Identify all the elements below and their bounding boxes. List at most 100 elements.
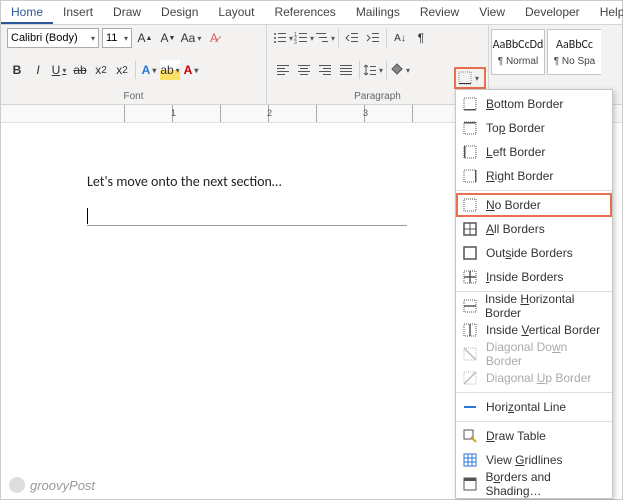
menu-label: Inside Borders xyxy=(486,270,563,284)
chevron-down-icon: ▾ xyxy=(91,34,95,43)
highlight-button[interactable]: ab▾ xyxy=(160,60,180,80)
font-size-value: 11 xyxy=(106,32,117,44)
ruler-mark: 2 xyxy=(267,108,272,118)
shading-button[interactable]: ▾ xyxy=(390,60,410,80)
tab-layout[interactable]: Layout xyxy=(208,1,264,24)
tab-review[interactable]: Review xyxy=(410,1,469,24)
border-menu-inside[interactable]: Inside Borders xyxy=(456,265,612,289)
font-name-select[interactable]: Calibri (Body)▾ xyxy=(7,28,99,48)
border-menu-none[interactable]: No Border xyxy=(456,193,612,217)
border-menu-draw[interactable]: Draw Table xyxy=(456,424,612,448)
ruler-mark: 1 xyxy=(171,108,176,118)
border-menu-diagu: Diagonal Up Border xyxy=(456,366,612,390)
ribbon-tabs: Home Insert Draw Design Layout Reference… xyxy=(1,1,622,25)
menu-label: View Gridlines xyxy=(486,453,563,467)
underline-button[interactable]: U▾ xyxy=(49,60,69,80)
show-marks-button[interactable]: ¶ xyxy=(411,28,431,48)
line-spacing-button[interactable]: ▾ xyxy=(363,60,383,80)
bullets-button[interactable]: ▾ xyxy=(273,28,293,48)
sort-button[interactable]: A↓ xyxy=(390,28,410,48)
menu-label: Borders and Shading… xyxy=(485,470,606,498)
menu-label: Diagonal Up Border xyxy=(486,371,591,385)
align-right-button[interactable] xyxy=(315,60,335,80)
inv-icon xyxy=(462,322,478,338)
menu-label: Bottom Border xyxy=(486,97,563,111)
separator xyxy=(338,29,339,47)
separator xyxy=(135,61,136,79)
borders-button[interactable]: ▾ xyxy=(455,68,485,88)
border-menu-dialog[interactable]: Borders and Shading… xyxy=(456,472,612,496)
border-menu-inh[interactable]: Inside Horizontal Border xyxy=(456,294,612,318)
border-menu-outside[interactable]: Outside Borders xyxy=(456,241,612,265)
borders-dropdown: Bottom Border Top Border Left Border Right … xyxy=(455,89,613,499)
text-cursor-line xyxy=(87,208,407,226)
italic-button[interactable]: I xyxy=(28,60,48,80)
font-size-select[interactable]: 11 ▾ xyxy=(102,28,132,48)
all-icon xyxy=(462,221,478,237)
separator xyxy=(386,61,387,79)
tab-mailings[interactable]: Mailings xyxy=(346,1,410,24)
border-menu-grid[interactable]: View Gridlines xyxy=(456,448,612,472)
outside-icon xyxy=(462,245,478,261)
border-menu-right[interactable]: Right Border xyxy=(456,164,612,188)
increase-indent-button[interactable] xyxy=(363,28,383,48)
style-normal[interactable]: AaBbCcDd ¶ Normal xyxy=(491,29,545,75)
tab-home[interactable]: Home xyxy=(1,1,53,24)
text-effects-button[interactable]: A▾ xyxy=(139,60,159,80)
menu-label: Draw Table xyxy=(486,429,546,443)
superscript-button[interactable]: x2 xyxy=(112,60,132,80)
menu-separator xyxy=(456,421,612,422)
style-name: ¶ No Spa xyxy=(554,56,596,67)
change-case-button[interactable]: Aa▾ xyxy=(181,28,201,48)
font-color-button[interactable]: A▾ xyxy=(181,60,201,80)
shrink-font-button[interactable]: A▼ xyxy=(158,28,178,48)
border-menu-inv[interactable]: Inside Vertical Border xyxy=(456,318,612,342)
tab-draw[interactable]: Draw xyxy=(103,1,151,24)
border-menu-bottom[interactable]: Bottom Border xyxy=(456,92,612,116)
menu-label: Outside Borders xyxy=(486,246,573,260)
diagd-icon xyxy=(462,346,478,362)
align-left-button[interactable] xyxy=(273,60,293,80)
tab-help[interactable]: Help xyxy=(590,1,623,24)
hline-icon xyxy=(462,399,478,415)
decrease-indent-button[interactable] xyxy=(342,28,362,48)
align-center-button[interactable] xyxy=(294,60,314,80)
strikethrough-button[interactable]: ab xyxy=(70,60,90,80)
clear-formatting-button[interactable]: A̷ xyxy=(204,28,224,48)
menu-label: No Border xyxy=(486,198,541,212)
menu-label: Top Border xyxy=(486,121,545,135)
grow-font-button[interactable]: A▲ xyxy=(135,28,155,48)
menu-label: Inside Horizontal Border xyxy=(485,292,606,320)
style-no-spacing[interactable]: AaBbCc ¶ No Spa xyxy=(547,29,601,75)
border-menu-hline[interactable]: Horizontal Line xyxy=(456,395,612,419)
grid-icon xyxy=(462,452,478,468)
multilevel-list-button[interactable]: ▾ xyxy=(315,28,335,48)
tab-view[interactable]: View xyxy=(469,1,515,24)
watermark: groovyPost xyxy=(9,477,95,493)
numbering-button[interactable]: 123▾ xyxy=(294,28,314,48)
group-font: Calibri (Body)▾ 11▾ A▲ A▼ Aa▾ A̷ B I U▾ … xyxy=(1,25,267,104)
menu-label: Left Border xyxy=(486,145,545,159)
justify-button[interactable] xyxy=(336,60,356,80)
tab-references[interactable]: References xyxy=(264,1,345,24)
border-menu-left[interactable]: Left Border xyxy=(456,140,612,164)
group-label-font: Font xyxy=(7,89,260,102)
right-icon xyxy=(462,168,478,184)
tab-developer[interactable]: Developer xyxy=(515,1,590,24)
svg-text:3: 3 xyxy=(294,40,297,45)
dialog-icon xyxy=(462,476,477,492)
border-icon xyxy=(457,70,473,86)
chevron-down-icon: ▾ xyxy=(124,34,128,43)
style-name: ¶ Normal xyxy=(498,56,538,67)
tab-insert[interactable]: Insert xyxy=(53,1,103,24)
inside-icon xyxy=(462,269,478,285)
ruler-mark: 3 xyxy=(363,108,368,118)
watermark-text: groovyPost xyxy=(30,478,95,493)
separator xyxy=(386,29,387,47)
chevron-down-icon: ▾ xyxy=(475,74,479,83)
bold-button[interactable]: B xyxy=(7,60,27,80)
border-menu-top[interactable]: Top Border xyxy=(456,116,612,140)
border-menu-all[interactable]: All Borders xyxy=(456,217,612,241)
tab-design[interactable]: Design xyxy=(151,1,208,24)
subscript-button[interactable]: x2 xyxy=(91,60,111,80)
